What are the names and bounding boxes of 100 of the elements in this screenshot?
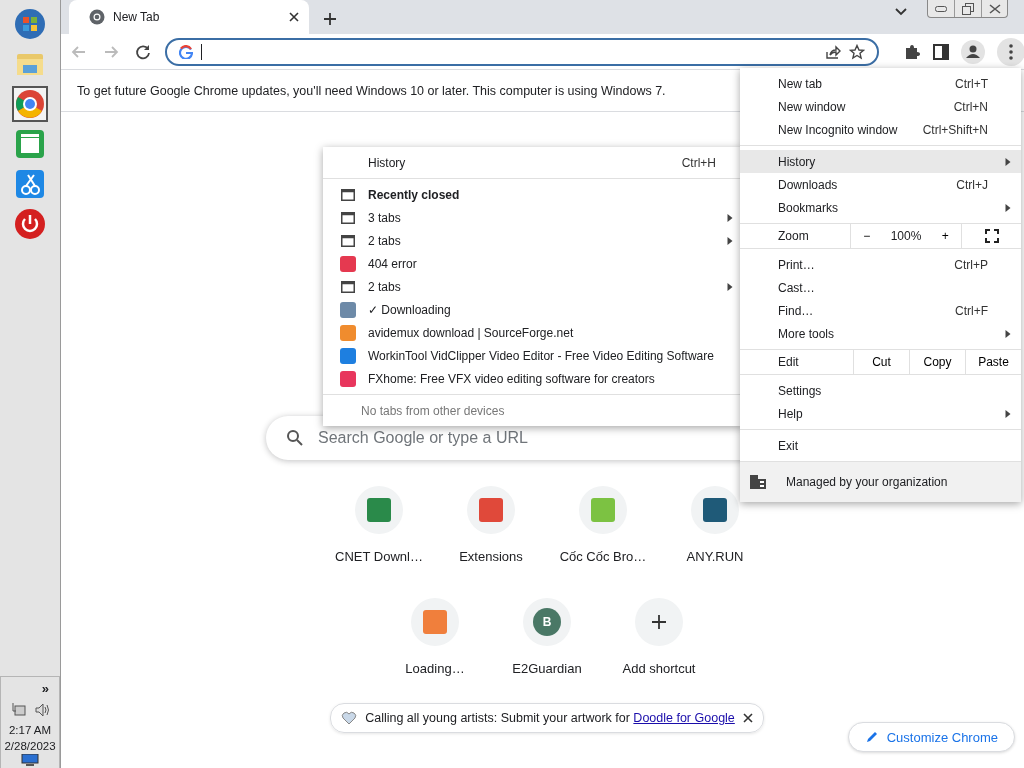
taskbar-app-button[interactable] xyxy=(12,206,48,242)
history-entry[interactable]: 3 tabs xyxy=(323,206,743,229)
menu-item[interactable]: Settings xyxy=(740,379,1021,402)
clock-time: 2:17 AM xyxy=(8,723,52,738)
share-icon[interactable] xyxy=(825,43,841,60)
menu-item[interactable]: Bookmarks xyxy=(740,196,1021,219)
more-icon xyxy=(1009,43,1013,60)
zoom-label: Zoom xyxy=(777,229,810,243)
browser-tab[interactable]: New Tab xyxy=(69,0,309,34)
menu-item[interactable]: New window Ctrl+N xyxy=(740,95,1021,118)
star-icon[interactable] xyxy=(849,43,865,60)
shortcut-label[interactable]: E2Guardian xyxy=(512,661,582,676)
shortcut-hint: Ctrl+N xyxy=(953,99,988,114)
history-entry[interactable]: ✓ Downloading xyxy=(323,298,743,321)
pencil-icon xyxy=(864,730,879,744)
window-icon xyxy=(341,234,355,247)
shortcut-tile[interactable] xyxy=(691,486,739,534)
zoom-out-button[interactable]: − xyxy=(859,229,875,243)
address-bar[interactable] xyxy=(165,37,879,66)
google-logo-icon xyxy=(179,44,193,59)
clock-date: 2/28/2023 xyxy=(4,739,56,754)
edit-action-button[interactable]: Cut xyxy=(853,350,909,374)
menu-item[interactable]: New tab Ctrl+T xyxy=(740,72,1021,95)
history-entry[interactable]: 2 tabs xyxy=(323,275,743,298)
edit-action-button[interactable]: Paste xyxy=(965,350,1021,374)
shortcut-tile[interactable] xyxy=(355,486,403,534)
side-panel-icon[interactable] xyxy=(933,43,949,60)
shortcut-label[interactable]: Add shortcut xyxy=(622,661,696,676)
start-orb-icon xyxy=(14,8,46,40)
section-heading: Recently closed xyxy=(323,183,743,206)
menu-item[interactable]: Downloads Ctrl+J xyxy=(740,173,1021,196)
history-entry[interactable]: 404 error xyxy=(323,252,743,275)
zoom-value: 100% xyxy=(890,229,922,243)
favicon-icon xyxy=(340,370,356,387)
edit-label: Edit xyxy=(777,355,800,369)
shortcut-tile[interactable]: B xyxy=(523,598,571,646)
history-menu-item[interactable]: History Ctrl+H xyxy=(323,151,743,174)
desktop-icon[interactable] xyxy=(21,754,39,766)
shortcut-tile[interactable] xyxy=(467,486,515,534)
letter-avatar: B xyxy=(533,608,561,636)
shortcut-hint: Ctrl+H xyxy=(681,155,716,170)
favicon-icon xyxy=(340,324,356,341)
shortcut-label[interactable]: ANY.RUN xyxy=(686,549,744,564)
taskbar-app-button[interactable] xyxy=(12,86,48,122)
power-icon xyxy=(14,208,46,240)
shortcut-label[interactable]: Loading… xyxy=(405,661,465,676)
shortcut-hint: Ctrl+F xyxy=(955,303,988,318)
search-icon xyxy=(286,429,304,447)
customize-chrome-button[interactable]: Customize Chrome xyxy=(847,722,1015,752)
shortcut-label[interactable]: CNET Downl… xyxy=(335,549,423,564)
promo-text: Calling all young artists: Submit your artwork for Doodle for Google xyxy=(365,711,735,725)
shortcut-tile[interactable] xyxy=(635,598,683,646)
history-entry[interactable]: WorkinTool VidClipper Video Editor - Free Video Editing Software xyxy=(323,344,743,367)
menu-item[interactable]: History xyxy=(740,150,1021,173)
heart-icon xyxy=(341,711,358,725)
window-icon xyxy=(341,280,355,293)
browser-icon xyxy=(89,9,105,25)
fullscreen-icon[interactable] xyxy=(984,229,999,243)
history-entry[interactable]: FXhome: Free VFX video editing software for creators xyxy=(323,367,743,390)
menu-item[interactable]: Find… Ctrl+F xyxy=(740,299,1021,322)
edit-action-button[interactable]: Copy xyxy=(909,350,965,374)
menu-item[interactable]: More tools xyxy=(740,322,1021,345)
history-entry[interactable]: avidemux download | SourceForge.net xyxy=(323,321,743,344)
zoom-in-button[interactable]: + xyxy=(937,229,953,243)
doodle-link[interactable]: Doodle for Google xyxy=(633,711,735,725)
speaker-icon[interactable] xyxy=(34,702,50,718)
shortcut-hint: Ctrl+Shift+N xyxy=(922,122,988,137)
menu-item[interactable]: Print… Ctrl+P xyxy=(740,253,1021,276)
profile-icon[interactable] xyxy=(961,39,985,64)
menu-item[interactable]: New Incognito window Ctrl+Shift+N xyxy=(740,118,1021,141)
tray-overflow-button[interactable]: » xyxy=(41,681,49,696)
close-icon[interactable] xyxy=(742,713,753,723)
building-icon xyxy=(750,475,766,489)
window-icon xyxy=(341,188,355,201)
puzzle-icon[interactable] xyxy=(903,42,921,61)
update-notice: To get future Google Chrome updates, you'll need Windows 10 or later. This computer is using Windows 7. xyxy=(77,83,666,98)
taskbar-app-button[interactable] xyxy=(12,6,48,42)
add-icon xyxy=(651,614,667,630)
shortcut-label[interactable]: Extensions xyxy=(459,549,523,564)
minimize-icon xyxy=(935,5,947,12)
shortcut-hint: Ctrl+J xyxy=(956,177,988,192)
window-icon xyxy=(341,211,355,224)
chevron-down-icon[interactable] xyxy=(895,8,907,16)
close-icon[interactable] xyxy=(289,12,299,22)
menu-item[interactable]: Cast… xyxy=(740,276,1021,299)
shortcut-hint: Ctrl+P xyxy=(954,257,988,272)
network-icon[interactable] xyxy=(10,702,26,718)
add-icon[interactable] xyxy=(323,12,337,26)
favicon-icon xyxy=(340,255,356,272)
menu-button[interactable] xyxy=(997,37,1024,66)
shortcut-hint: Ctrl+T xyxy=(955,76,988,91)
favicon-icon xyxy=(340,301,356,318)
shortcut-tile[interactable] xyxy=(579,486,627,534)
history-entry[interactable]: 2 tabs xyxy=(323,229,743,252)
shortcut-label[interactable]: Cốc Cốc Bro… xyxy=(559,549,647,564)
scissors-icon xyxy=(14,168,46,200)
close-icon xyxy=(988,3,1001,14)
favicon-icon xyxy=(340,347,356,364)
shortcut-tile[interactable] xyxy=(411,598,459,646)
browser-icon xyxy=(14,88,46,120)
